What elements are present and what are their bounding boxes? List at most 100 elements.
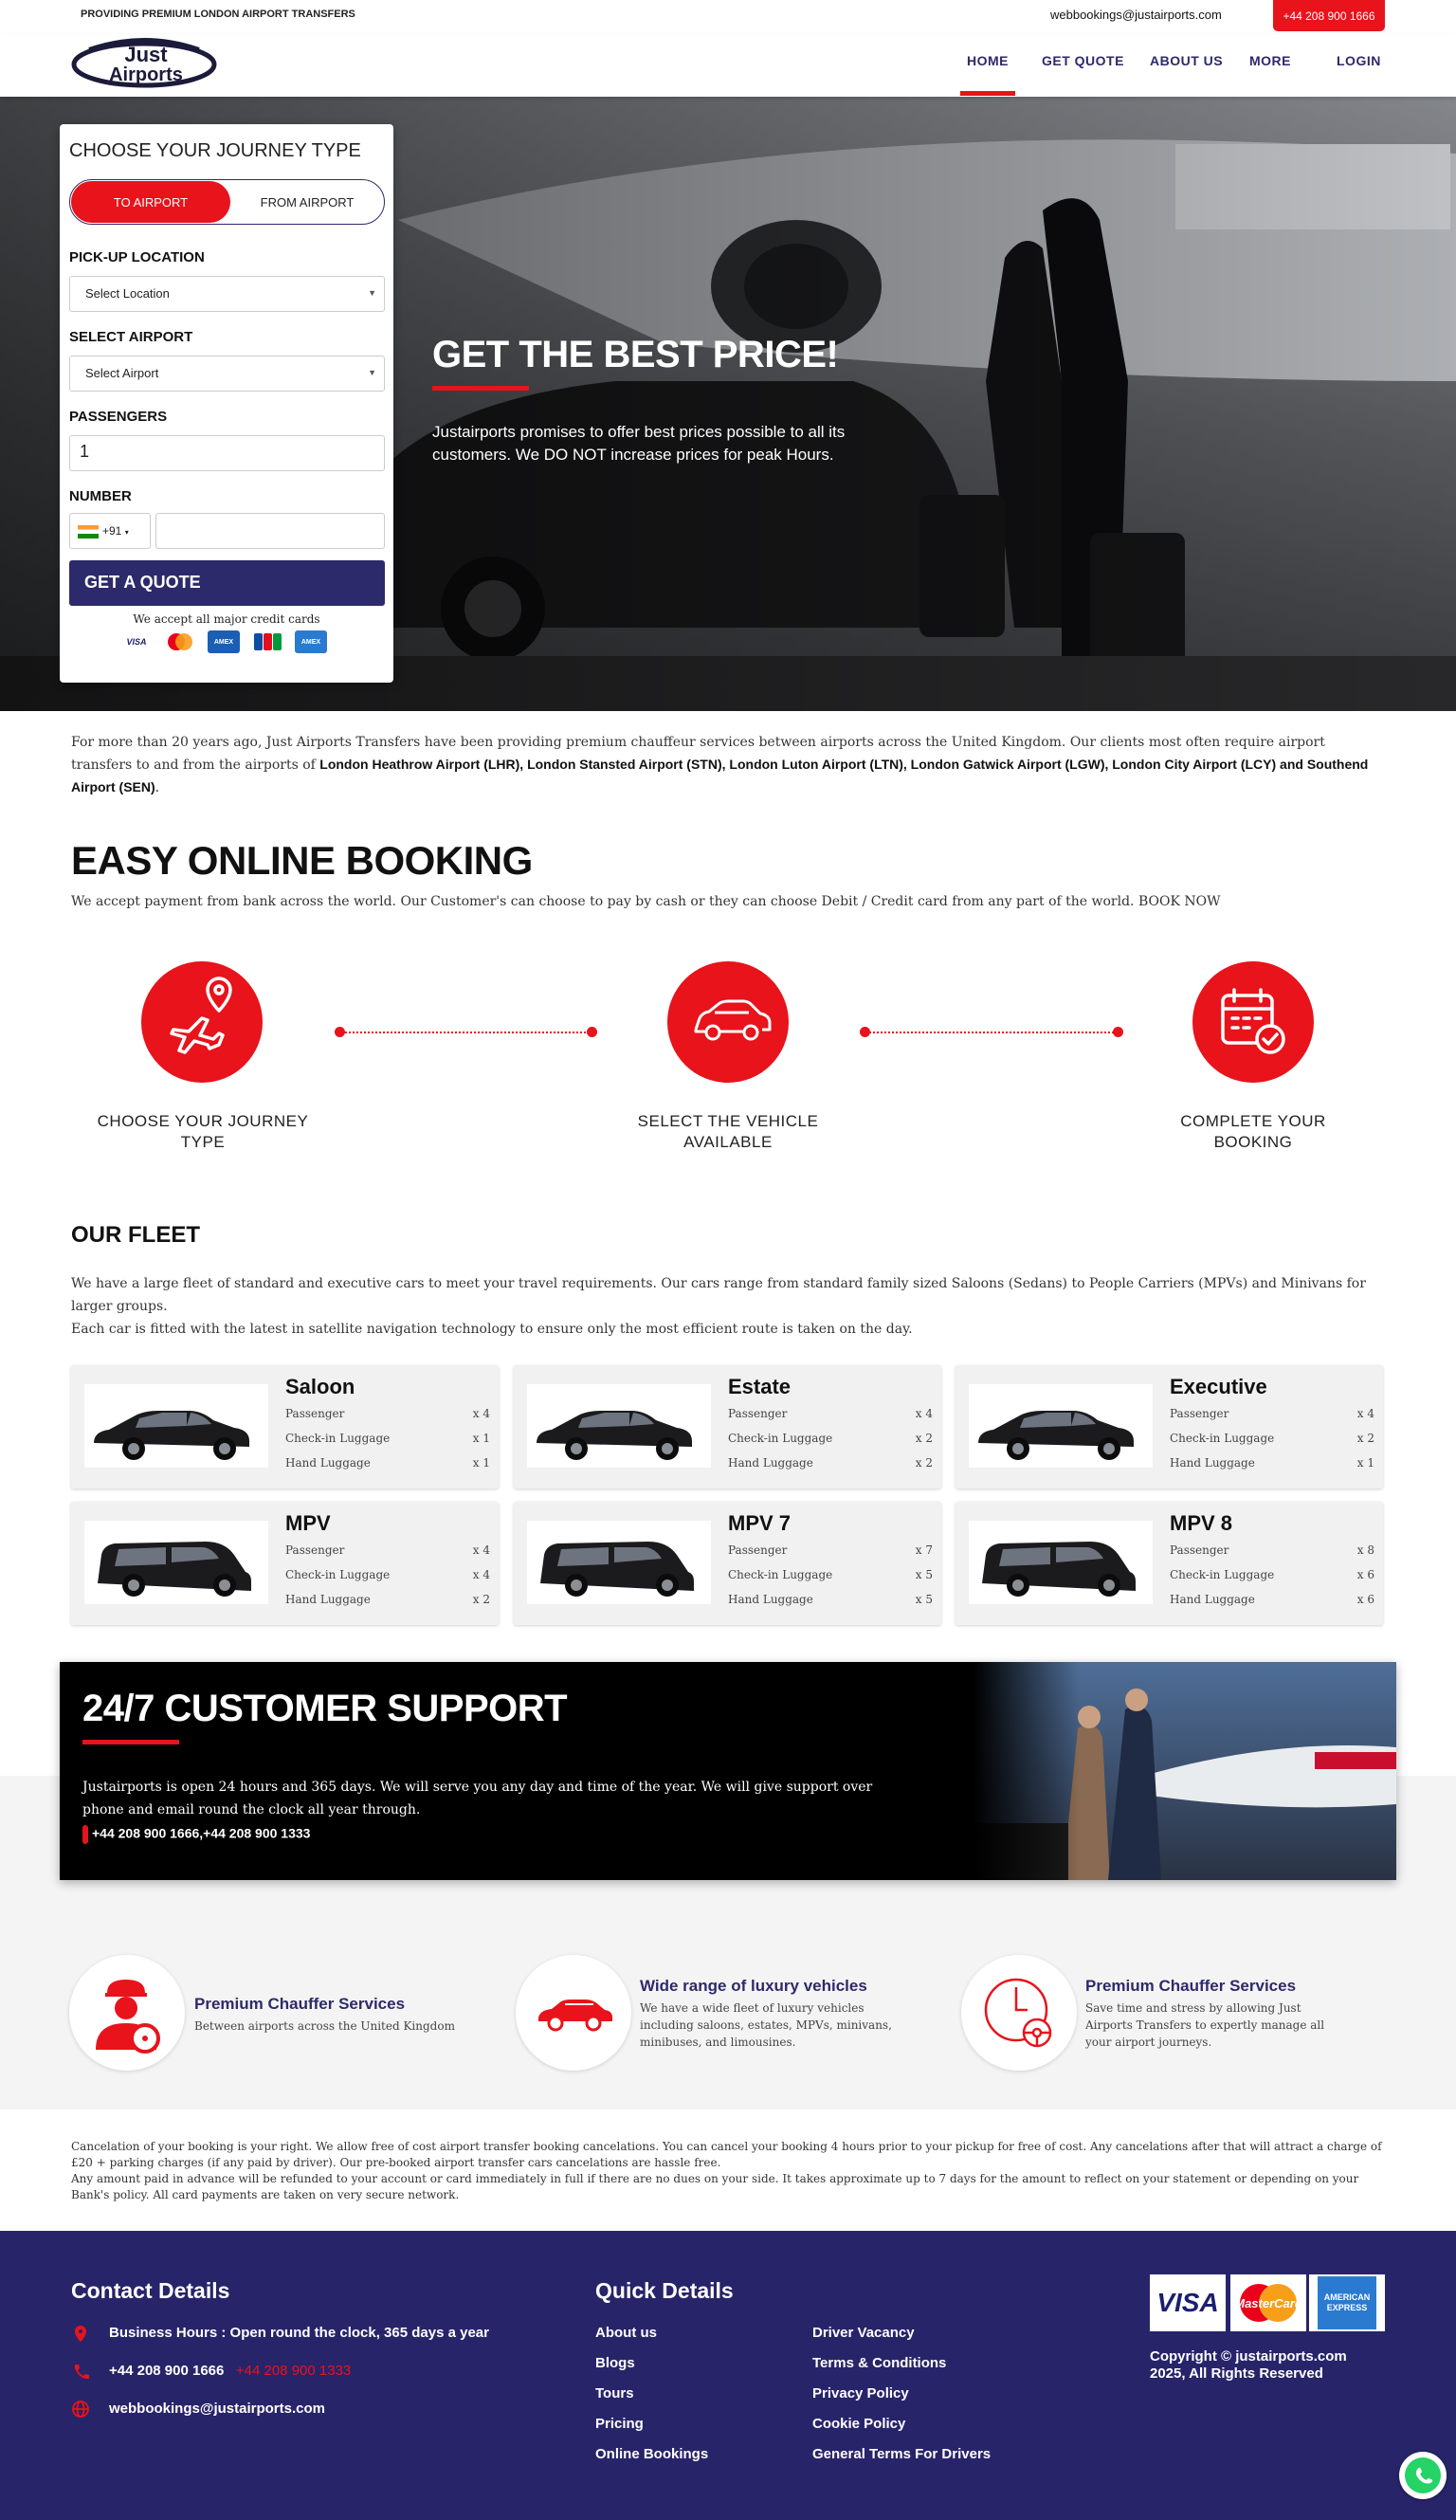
- pickup-label: PICK-UP LOCATION: [69, 249, 205, 265]
- country-code-select[interactable]: +91 ▾: [69, 513, 151, 549]
- copyright-line-1: Copyright © justairports.com: [1150, 2348, 1347, 2365]
- footer-email[interactable]: webbookings@justairports.com: [109, 2401, 325, 2417]
- car-spec-label: Passenger: [285, 1407, 345, 1420]
- nav-more[interactable]: MORE: [1249, 53, 1291, 68]
- car-spec-value: x 4: [472, 1407, 490, 1420]
- footer-link-tours[interactable]: Tours: [595, 2385, 634, 2401]
- footer-link-privacy[interactable]: Privacy Policy: [812, 2385, 909, 2401]
- step-connector: [341, 1032, 590, 1033]
- step-complete-circle: [1192, 961, 1314, 1083]
- fleet-text-2: Each car is fitted with the latest in sa…: [71, 1322, 913, 1337]
- fleet-text-1: We have a large fleet of standard and ex…: [71, 1276, 1366, 1314]
- car-spec-value: x 4: [472, 1543, 490, 1557]
- support-phones-text: +44 208 900 1666,+44 208 900 1333: [92, 1825, 311, 1841]
- cancellation-text-2: Any amount paid in advance will be refun…: [71, 2172, 1359, 2201]
- calendar-check-icon: [1221, 988, 1285, 1054]
- footer-link-terms[interactable]: Terms & Conditions: [812, 2355, 946, 2371]
- car-spec-label: Check-in Luggage: [728, 1568, 833, 1581]
- intro-text-end: .: [155, 780, 160, 795]
- footer-link-online-bookings[interactable]: Online Bookings: [595, 2446, 708, 2462]
- car-spec-row: Check-in Luggage x 5: [728, 1568, 933, 1581]
- to-airport-toggle[interactable]: TO AIRPORT: [71, 181, 230, 223]
- car-icon: [694, 999, 772, 1041]
- footer-link-cookie[interactable]: Cookie Policy: [812, 2416, 905, 2432]
- easy-booking-title: EASY ONLINE BOOKING: [71, 838, 533, 883]
- footer-link-driver-vacancy[interactable]: Driver Vacancy: [812, 2325, 915, 2341]
- support-phone-numbers[interactable]: +44 208 900 1666,+44 208 900 1333: [82, 1825, 310, 1844]
- accepted-cards: VISA AMEX AMEX: [120, 630, 327, 655]
- number-label: NUMBER: [69, 488, 132, 504]
- fleet-card: MPV 7 Passenger x 7 Check-in Luggage x 5 Hand…: [514, 1502, 941, 1625]
- car-spec-label: Hand Luggage: [728, 1593, 813, 1606]
- footer-link-blogs[interactable]: Blogs: [595, 2355, 635, 2371]
- visa-text: VISA: [1156, 2288, 1219, 2317]
- car-spec-row: Hand Luggage x 2: [728, 1456, 933, 1470]
- footer-link-driver-terms[interactable]: General Terms For Drivers: [812, 2446, 991, 2462]
- top-bar: PROVIDING PREMIUM LONDON AIRPORT TRANSFE…: [0, 0, 1456, 34]
- step-dot: [1113, 1027, 1123, 1037]
- car-spec-label: Hand Luggage: [285, 1456, 371, 1470]
- business-hours: Business Hours : Open round the clock, 3…: [109, 2325, 489, 2341]
- location-pin-icon: [75, 2326, 86, 2342]
- nav-login[interactable]: LOGIN: [1337, 53, 1381, 68]
- fleet-description: We have a large fleet of standard and ex…: [71, 1272, 1389, 1341]
- step-label-complete: COMPLETE YOUR BOOKING: [1180, 1112, 1326, 1151]
- nav-about-us[interactable]: ABOUT US: [1150, 53, 1223, 68]
- phone-number-input[interactable]: [155, 513, 385, 549]
- step-label-vehicle: SELECT THE VEHICLE AVAILABLE: [637, 1112, 819, 1151]
- footer-phone-2[interactable]: +44 208 900 1333: [236, 2363, 351, 2379]
- amex-text: AMERICAN EXPRESS: [1318, 2276, 1376, 2329]
- hero-text: Justairports promises to offer best pric…: [432, 423, 846, 464]
- fleet-title: OUR FLEET: [71, 1222, 200, 1248]
- pickup-location-select[interactable]: Select Location ▼: [69, 276, 385, 312]
- amex-icon: AMEX: [208, 630, 240, 653]
- top-phone-button[interactable]: +44 208 900 1666: [1273, 0, 1385, 31]
- car-spec-label: Hand Luggage: [285, 1593, 371, 1606]
- car-spec-row: Check-in Luggage x 2: [1170, 1432, 1374, 1445]
- footer-phone-1[interactable]: +44 208 900 1666: [109, 2363, 224, 2379]
- nav-get-quote[interactable]: GET QUOTE: [1042, 53, 1124, 68]
- car-image: [969, 1521, 1153, 1604]
- car-spec-label: Passenger: [285, 1543, 345, 1557]
- airport-select[interactable]: Select Airport ▼: [69, 356, 385, 392]
- mastercard-card-icon: MasterCard: [1230, 2274, 1306, 2331]
- car-image: [84, 1521, 268, 1604]
- visa-card-icon: VISA: [1150, 2274, 1226, 2331]
- footer-link-pricing[interactable]: Pricing: [595, 2416, 644, 2432]
- customer-support-banner: 24/7 CUSTOMER SUPPORT Justairports is op…: [60, 1662, 1396, 1880]
- footer-link-about[interactable]: About us: [595, 2325, 657, 2341]
- fleet-card: MPV Passenger x 4 Check-in Luggage x 4 Hand L…: [71, 1502, 499, 1625]
- car-spec-row: Hand Luggage x 1: [285, 1456, 490, 1470]
- step-connector: [866, 1032, 1117, 1033]
- airport-select-value: Select Airport: [85, 366, 159, 380]
- car-image: [84, 1384, 268, 1468]
- car-image: [969, 1384, 1153, 1468]
- quick-details-title: Quick Details: [595, 2278, 734, 2303]
- car-spec-label: Passenger: [1170, 1407, 1229, 1420]
- top-email-link[interactable]: webbookings@justairports.com: [1050, 8, 1222, 22]
- get-quote-button[interactable]: GET A QUOTE: [69, 560, 385, 606]
- feature-text-3: Save time and stress by allowing Just Ai…: [1085, 2001, 1325, 2049]
- car-spec-label: Passenger: [728, 1543, 788, 1557]
- car-spec-row: Hand Luggage x 5: [728, 1593, 933, 1606]
- india-flag-icon: [78, 524, 99, 539]
- feature-text-1: Between airports across the United Kingd…: [194, 2019, 455, 2033]
- cancellation-text-1: Cancelation of your booking is your righ…: [71, 2140, 1382, 2169]
- car-spec-value: x 4: [1356, 1407, 1374, 1420]
- car-spec-value: x 8: [1356, 1543, 1374, 1557]
- passengers-input[interactable]: 1: [69, 435, 385, 471]
- support-title-underline: [82, 1740, 179, 1744]
- booking-form: CHOOSE YOUR JOURNEY TYPE TO AIRPORT FROM…: [60, 124, 393, 683]
- feature-icon-circle: [69, 1955, 185, 2071]
- whatsapp-button[interactable]: [1399, 2452, 1447, 2499]
- car-spec-label: Passenger: [1170, 1543, 1229, 1557]
- nav-home[interactable]: HOME: [967, 53, 1009, 68]
- car-name: MPV 7: [728, 1511, 792, 1535]
- support-title: 24/7 CUSTOMER SUPPORT: [82, 1688, 568, 1729]
- car-name: MPV: [285, 1511, 331, 1535]
- main-header: Just Airports HOME GET QUOTE ABOUT US MO…: [0, 34, 1456, 97]
- car-spec-value: x 2: [915, 1456, 933, 1470]
- from-airport-toggle[interactable]: FROM AIRPORT: [231, 181, 383, 223]
- chauffeur-icon: [96, 1980, 160, 2054]
- fleet-card: Executive Passenger x 4 Check-in Luggage x 2…: [956, 1365, 1383, 1488]
